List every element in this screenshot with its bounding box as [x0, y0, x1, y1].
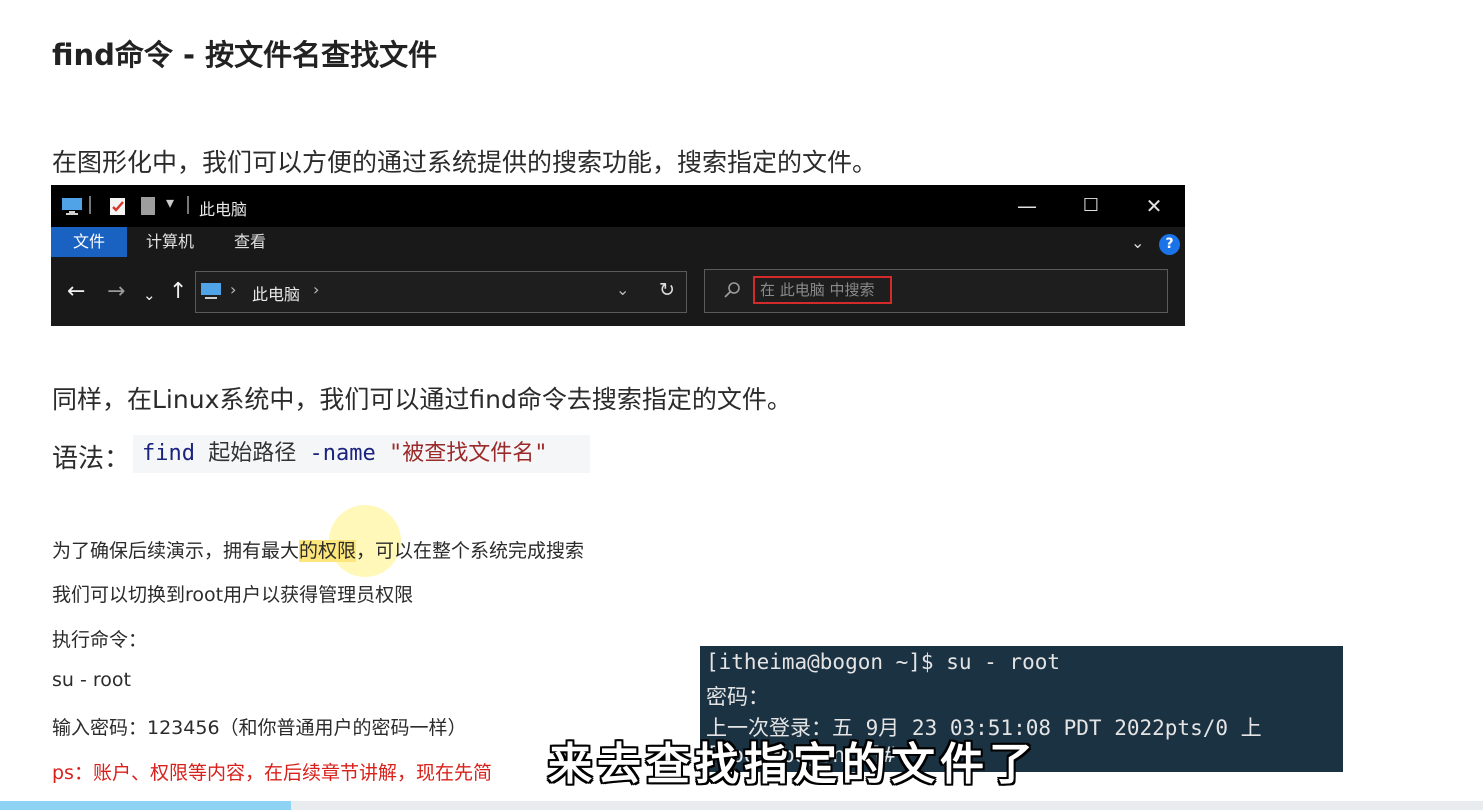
tab-view[interactable]: 查看	[234, 227, 266, 257]
up-arrow-icon[interactable]: ↑	[169, 281, 187, 303]
search-icon	[724, 282, 740, 298]
minimize-button[interactable]: —	[997, 191, 1057, 221]
video-progress-bar[interactable]	[0, 801, 1483, 810]
intro-paragraph: 在图形化中，我们可以方便的通过系统提供的搜索功能，搜索指定的文件。	[52, 148, 878, 177]
search-input[interactable]: 在 此电脑 中搜索	[753, 276, 892, 304]
note-password: 输入密码：123456（和你普通用户的密码一样）	[52, 717, 467, 739]
back-arrow-icon[interactable]: ←	[67, 281, 85, 303]
ribbon-expand-chevron-icon[interactable]: ⌄	[1131, 233, 1144, 252]
note-execute: 执行命令：	[52, 629, 148, 651]
computer-icon	[62, 198, 82, 215]
close-button[interactable]: ✕	[1124, 191, 1184, 221]
divider	[187, 196, 189, 214]
syntax-label: 语法：	[52, 444, 131, 474]
terminal-line: [itheima@bogon ~]$ su - root	[706, 650, 1061, 674]
breadcrumb-separator-icon: ›	[230, 280, 237, 299]
address-breadcrumb[interactable]: 此电脑	[252, 281, 300, 305]
note-command: su - root	[52, 669, 131, 691]
refresh-icon[interactable]: ↻	[659, 279, 675, 301]
note-ps: ps：账户、权限等内容，在后续章节讲解，现在先简	[52, 762, 492, 784]
recent-locations-chevron-icon[interactable]: ⌄	[143, 284, 156, 306]
computer-icon	[201, 283, 221, 299]
ribbon-tabs: 文件 计算机 查看 ⌄ ?	[51, 227, 1185, 261]
breadcrumb-separator-icon: ›	[313, 280, 320, 299]
code-argument: 起始路径	[194, 441, 310, 466]
code-command: find	[142, 441, 195, 466]
tab-computer[interactable]: 计算机	[146, 227, 194, 257]
code-option: -name	[309, 441, 376, 466]
maximize-button[interactable]: ☐	[1061, 191, 1121, 221]
page-title: find命令 - 按文件名查找文件	[52, 38, 438, 72]
note-root-reason: 为了确保后续演示，拥有最大的权限，可以在整个系统完成搜索	[52, 540, 585, 562]
help-icon[interactable]: ?	[1159, 234, 1180, 255]
video-subtitle: 来去查找指定的文件了	[548, 739, 1038, 790]
new-folder-icon[interactable]	[138, 196, 160, 216]
syntax-code-block: find 起始路径 -name "被查找文件名"	[133, 435, 590, 473]
terminal-line: 密码：	[706, 685, 769, 709]
video-progress-fill	[0, 801, 291, 810]
tab-file[interactable]: 文件	[51, 227, 127, 257]
code-string: "被查找文件名"	[375, 441, 548, 466]
window-title: 此电脑	[199, 200, 248, 219]
file-explorer-window: ▾ 此电脑 — ☐ ✕ 文件 计算机 查看 ⌄ ? ← → ⌄ ↑ › 此电脑 …	[51, 185, 1185, 326]
navigation-bar: ← → ⌄ ↑ › 此电脑 › ⌄ ↻ 在 此电脑 中搜索	[51, 261, 1185, 326]
linux-paragraph: 同样，在Linux系统中，我们可以通过find命令去搜索指定的文件。	[52, 385, 792, 414]
quick-access-dropdown-icon[interactable]: ▾	[166, 193, 174, 212]
search-box[interactable]: 在 此电脑 中搜索	[704, 269, 1168, 313]
divider	[89, 196, 91, 214]
address-bar[interactable]: › 此电脑 › ⌄ ↻	[195, 271, 687, 313]
forward-arrow-icon[interactable]: →	[107, 281, 125, 303]
address-dropdown-chevron-icon[interactable]: ⌄	[616, 280, 629, 299]
properties-icon[interactable]	[107, 196, 129, 216]
explorer-titlebar: ▾ 此电脑 — ☐ ✕	[51, 185, 1185, 227]
note-switch-root: 我们可以切换到root用户以获得管理员权限	[52, 584, 414, 606]
